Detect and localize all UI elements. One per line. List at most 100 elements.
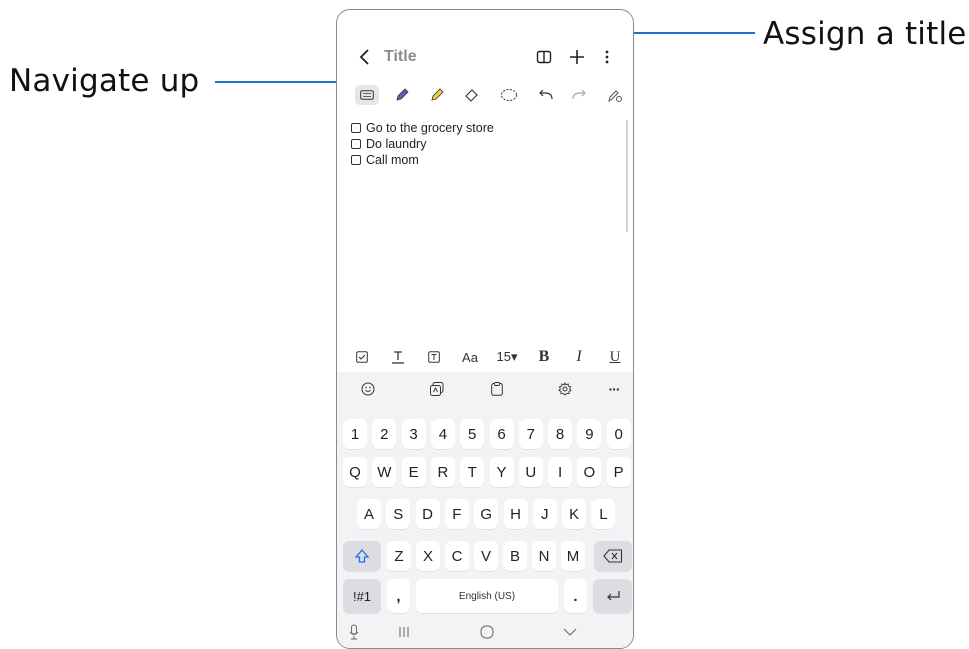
checklist-item[interactable]: Go to the grocery store <box>351 120 494 136</box>
voice-input-button[interactable] <box>345 623 363 641</box>
key-j[interactable]: J <box>532 499 557 529</box>
checkbox-format-button[interactable] <box>351 344 373 370</box>
key-f[interactable]: F <box>444 499 469 529</box>
symbols-key[interactable]: !#1 <box>343 579 381 613</box>
comma-key[interactable]: , <box>387 579 410 613</box>
more-options-button[interactable] <box>595 45 619 69</box>
key-q[interactable]: Q <box>343 457 367 487</box>
text-color-button[interactable] <box>387 344 409 370</box>
key-u[interactable]: U <box>518 457 543 487</box>
more-tools-button[interactable]: ··· <box>601 376 627 402</box>
note-checklist[interactable]: Go to the grocery store Do laundry Call … <box>351 120 494 168</box>
key-b[interactable]: B <box>503 541 527 571</box>
underline-button[interactable]: U <box>605 344 625 370</box>
redo-button[interactable] <box>567 83 591 107</box>
shift-key[interactable] <box>343 541 381 571</box>
checklist-item[interactable]: Call mom <box>351 152 494 168</box>
pen-button[interactable] <box>390 83 414 107</box>
book-view-button[interactable] <box>532 45 556 69</box>
checklist-item-text: Call mom <box>366 153 419 167</box>
key-t[interactable]: T <box>460 457 485 487</box>
clipboard-button[interactable] <box>484 376 510 402</box>
key-k[interactable]: K <box>562 499 587 529</box>
key-z[interactable]: Z <box>387 541 411 571</box>
key-p[interactable]: P <box>606 457 631 487</box>
key-d[interactable]: D <box>415 499 440 529</box>
key-i[interactable]: I <box>548 457 573 487</box>
checkbox[interactable] <box>351 155 361 165</box>
key-l[interactable]: L <box>591 499 616 529</box>
key-e[interactable]: E <box>401 457 426 487</box>
key-r[interactable]: R <box>430 457 455 487</box>
callout-navigate-up: Navigate up <box>9 63 200 99</box>
key-g[interactable]: G <box>474 499 499 529</box>
keyboard-mode-button[interactable] <box>355 85 379 105</box>
enter-key[interactable] <box>593 579 632 613</box>
format-toolbar: Aa 15▾ B I U <box>337 344 633 370</box>
key-y[interactable]: Y <box>489 457 514 487</box>
backspace-key[interactable] <box>594 541 632 571</box>
bold-button[interactable]: B <box>534 344 554 370</box>
checkbox[interactable] <box>351 139 361 149</box>
text-box-button[interactable] <box>423 344 445 370</box>
eraser-button[interactable] <box>460 83 484 107</box>
key-9[interactable]: 9 <box>577 419 602 449</box>
key-s[interactable]: S <box>386 499 411 529</box>
key-7[interactable]: 7 <box>518 419 543 449</box>
key-4[interactable]: 4 <box>430 419 455 449</box>
sticker-button[interactable] <box>424 376 450 402</box>
home-circle-icon <box>480 625 494 639</box>
key-c[interactable]: C <box>445 541 469 571</box>
undo-button[interactable] <box>534 83 558 107</box>
font-style-button[interactable]: Aa <box>456 344 484 370</box>
key-o[interactable]: O <box>577 457 602 487</box>
key-h[interactable]: H <box>503 499 528 529</box>
backspace-icon <box>603 549 623 563</box>
more-vertical-icon <box>605 50 609 64</box>
hide-keyboard-button[interactable] <box>561 623 579 641</box>
chevron-left-icon <box>359 49 369 65</box>
key-2[interactable]: 2 <box>372 419 397 449</box>
callout-assign-title: Assign a title <box>763 16 967 52</box>
key-1[interactable]: 1 <box>343 419 367 449</box>
lasso-icon <box>501 89 517 101</box>
scrollbar[interactable] <box>626 120 628 232</box>
handwriting-search-button[interactable] <box>603 83 627 107</box>
key-a[interactable]: A <box>357 499 381 529</box>
highlighter-icon <box>431 88 444 101</box>
pen-search-icon <box>608 90 622 103</box>
checkbox-icon <box>356 351 368 363</box>
title-field[interactable]: Title <box>384 48 417 66</box>
microphone-icon <box>349 624 359 640</box>
key-x[interactable]: X <box>416 541 440 571</box>
home-button[interactable] <box>478 623 496 641</box>
font-size-button[interactable]: 15▾ <box>492 344 522 370</box>
plus-icon <box>570 50 584 64</box>
add-button[interactable] <box>565 45 589 69</box>
shift-arrow-icon <box>354 549 370 563</box>
keyboard-settings-button[interactable] <box>552 376 578 402</box>
recents-button[interactable] <box>395 623 413 641</box>
keyboard-icon <box>360 90 374 100</box>
key-8[interactable]: 8 <box>548 419 573 449</box>
key-n[interactable]: N <box>532 541 556 571</box>
back-button[interactable] <box>353 45 377 69</box>
key-5[interactable]: 5 <box>460 419 485 449</box>
checklist-item-text: Do laundry <box>366 137 427 151</box>
checklist-item-text: Go to the grocery store <box>366 121 494 135</box>
key-3[interactable]: 3 <box>401 419 426 449</box>
emoji-button[interactable] <box>355 376 381 402</box>
lasso-button[interactable] <box>497 83 521 107</box>
period-key[interactable]: . <box>564 579 587 613</box>
key-m[interactable]: M <box>561 541 585 571</box>
highlighter-button[interactable] <box>425 83 449 107</box>
checklist-item[interactable]: Do laundry <box>351 136 494 152</box>
key-0[interactable]: 0 <box>606 419 631 449</box>
redo-icon <box>572 89 586 100</box>
key-6[interactable]: 6 <box>489 419 514 449</box>
key-w[interactable]: W <box>372 457 397 487</box>
checkbox[interactable] <box>351 123 361 133</box>
italic-button[interactable]: I <box>569 344 589 370</box>
space-key[interactable]: English (US) <box>416 579 558 613</box>
key-v[interactable]: V <box>474 541 498 571</box>
